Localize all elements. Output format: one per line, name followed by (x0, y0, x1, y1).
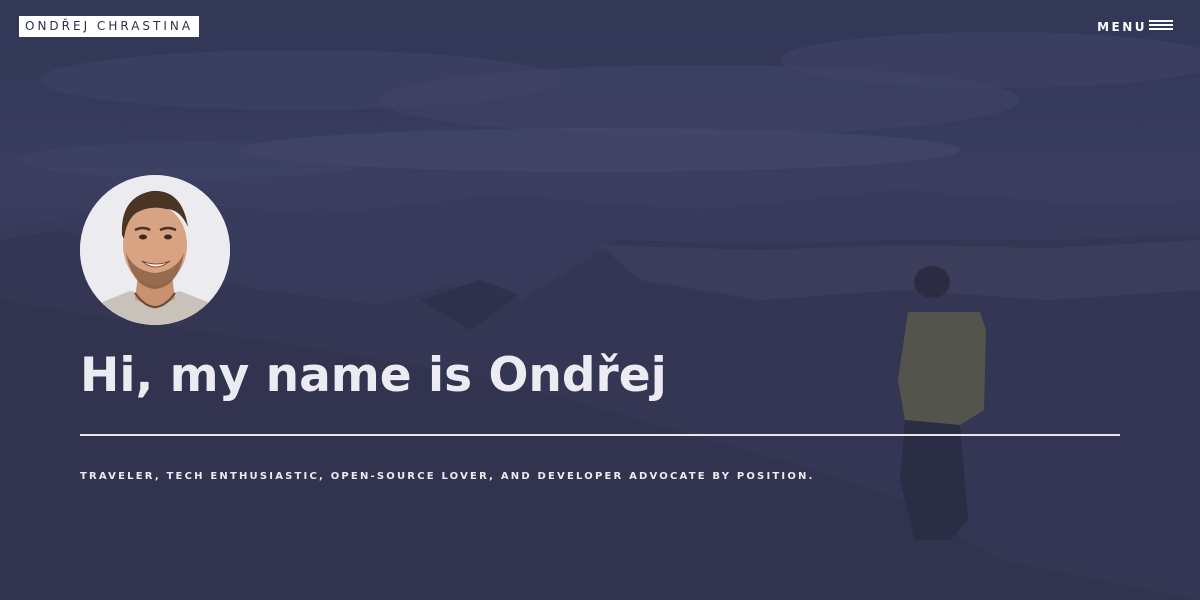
avatar (80, 175, 230, 325)
avatar-photo (80, 175, 230, 325)
divider (80, 434, 1120, 436)
logo-text: ONDŘEJ CHRASTINA (25, 19, 194, 33)
hero-section: ONDŘEJ CHRASTINA MENU Hi, my name is Ond… (0, 0, 1200, 600)
page-title: Hi, my name is Ondřej (80, 348, 667, 403)
menu-button[interactable]: MENU (1097, 18, 1173, 36)
site-logo[interactable]: ONDŘEJ CHRASTINA (19, 16, 200, 37)
menu-label: MENU (1097, 20, 1147, 34)
hamburger-icon (1149, 20, 1173, 34)
tagline: TRAVELER, TECH ENTHUSIASTIC, OPEN-SOURCE… (80, 471, 815, 482)
